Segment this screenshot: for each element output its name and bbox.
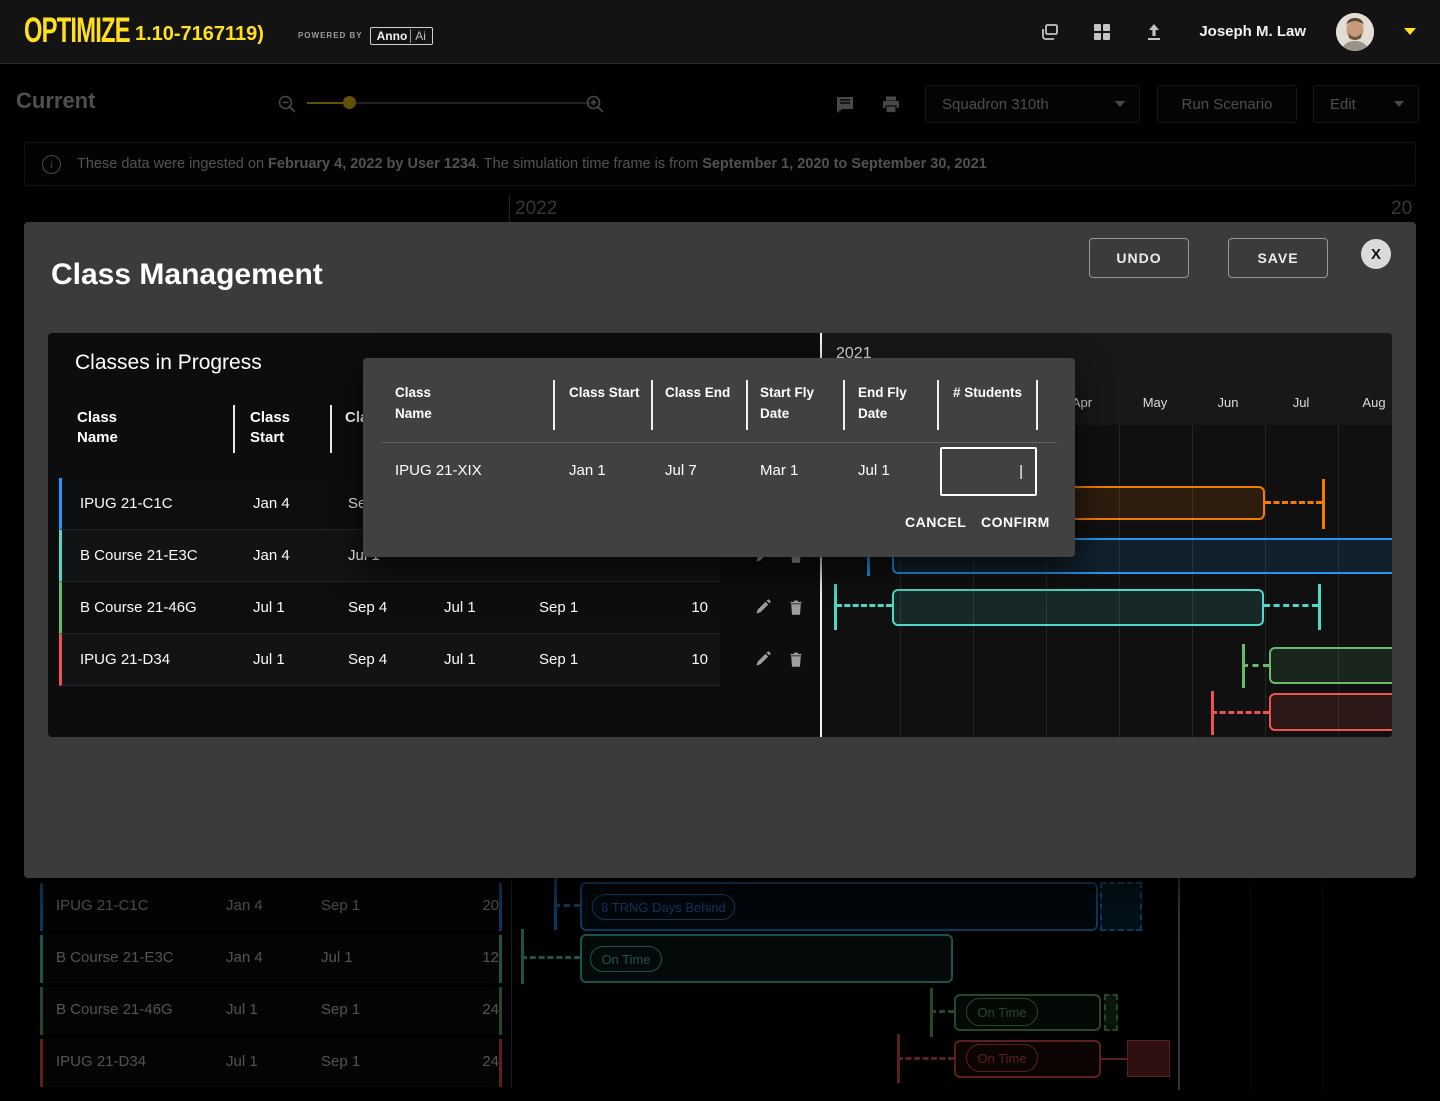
cell-class-end: Sep 4 bbox=[348, 599, 387, 616]
edit-class-popup: Class Name Class Start Class End Start F… bbox=[363, 358, 1075, 557]
column-separator bbox=[843, 380, 845, 430]
delete-row-icon[interactable] bbox=[788, 651, 806, 669]
upload-icon[interactable] bbox=[1143, 21, 1165, 43]
close-modal-button[interactable]: X bbox=[1361, 239, 1391, 269]
top-app-bar: OPTIMIZE 1.10-7167119) POWERED BY Anno A… bbox=[0, 0, 1440, 64]
gantt-gridline bbox=[1119, 425, 1120, 737]
user-name: Joseph M. Law bbox=[1199, 23, 1306, 40]
popup-col-class-start: Class Start bbox=[569, 382, 641, 403]
cell-class-name: B Course 21-46G bbox=[80, 599, 197, 616]
cell-end-fly: Sep 1 bbox=[539, 599, 578, 616]
modal-title: Class Management bbox=[51, 258, 323, 292]
anno-ai-logo: Anno Ai bbox=[370, 27, 433, 45]
column-separator bbox=[553, 380, 555, 430]
gantt-cap bbox=[834, 584, 837, 630]
column-separator bbox=[937, 380, 939, 430]
gantt-dash bbox=[1242, 664, 1269, 667]
column-separator bbox=[330, 405, 332, 453]
gantt-gridline bbox=[1265, 425, 1266, 737]
cell-class-start: Jul 1 bbox=[253, 599, 285, 616]
popup-divider bbox=[381, 442, 1057, 443]
gantt-month-label: Jul bbox=[1279, 395, 1323, 410]
popup-col-end-fly: End Fly Date bbox=[858, 382, 930, 424]
brand-suffix: Ai bbox=[410, 29, 426, 43]
popup-col-start-fly: Start Fly Date bbox=[760, 382, 832, 424]
gantt-bar bbox=[1269, 647, 1392, 684]
popup-class-start-value: Jan 1 bbox=[569, 462, 606, 479]
gantt-dash bbox=[836, 604, 892, 607]
table-row: B Course 21-46G Jul 1 Sep 4 Jul 1 Sep 1 10 bbox=[59, 582, 720, 634]
col-header-class-name: Class Name bbox=[77, 408, 155, 448]
gantt-month-label: Jun bbox=[1206, 395, 1250, 410]
gantt-dash bbox=[1211, 711, 1269, 714]
cell-class-end: Sep 4 bbox=[348, 651, 387, 668]
cell-class-name: B Course 21-E3C bbox=[80, 547, 198, 564]
column-separator bbox=[746, 380, 748, 430]
undo-button[interactable]: UNDO bbox=[1089, 238, 1189, 278]
cell-students: 10 bbox=[602, 651, 708, 668]
layers-icon[interactable] bbox=[1039, 21, 1061, 43]
gantt-dash bbox=[1265, 501, 1322, 504]
col-header-class-start: Class Start bbox=[250, 408, 328, 448]
app-logo: OPTIMIZE bbox=[24, 11, 130, 51]
cell-students: 10 bbox=[602, 599, 708, 616]
cell-end-fly: Sep 1 bbox=[539, 651, 578, 668]
cell-class-name: IPUG 21-D34 bbox=[80, 651, 170, 668]
cancel-button[interactable]: CANCEL bbox=[899, 510, 972, 534]
gantt-gridline bbox=[1192, 425, 1193, 737]
cell-start-fly: Jul 1 bbox=[444, 599, 476, 616]
students-input[interactable]: | bbox=[940, 447, 1037, 496]
cell-class-name: IPUG 21-C1C bbox=[80, 495, 173, 512]
gantt-bar bbox=[892, 589, 1264, 626]
classes-panel-title: Classes in Progress bbox=[75, 351, 262, 375]
column-separator bbox=[651, 380, 653, 430]
powered-by: POWERED BY Anno Ai bbox=[298, 27, 433, 45]
edit-row-icon[interactable] bbox=[754, 651, 772, 669]
popup-col-students: # Students bbox=[953, 382, 1045, 403]
gantt-month-label: May bbox=[1133, 395, 1177, 410]
brand-name: Anno bbox=[377, 29, 408, 43]
gantt-gridline bbox=[1338, 425, 1339, 737]
column-separator bbox=[1036, 380, 1038, 430]
user-menu-caret-icon[interactable] bbox=[1404, 28, 1416, 35]
user-avatar[interactable] bbox=[1336, 13, 1374, 51]
gantt-bar bbox=[1269, 693, 1392, 731]
gantt-cap bbox=[1322, 479, 1325, 529]
cell-start-fly: Jul 1 bbox=[444, 651, 476, 668]
popup-start-fly-value: Mar 1 bbox=[760, 462, 798, 479]
popup-end-fly-value: Jul 1 bbox=[858, 462, 890, 479]
confirm-button[interactable]: CONFIRM bbox=[975, 510, 1056, 534]
app-version: 1.10-7167119) bbox=[135, 23, 264, 46]
save-button[interactable]: SAVE bbox=[1228, 238, 1328, 278]
app-root: OPTIMIZE 1.10-7167119) POWERED BY Anno A… bbox=[0, 0, 1440, 1101]
table-row: IPUG 21-D34 Jul 1 Sep 4 Jul 1 Sep 1 10 bbox=[59, 634, 720, 686]
popup-class-name-value: IPUG 21-XIX bbox=[395, 462, 482, 479]
grid-view-icon[interactable] bbox=[1091, 21, 1113, 43]
popup-class-end-value: Jul 7 bbox=[665, 462, 697, 479]
popup-col-class-end: Class End bbox=[665, 382, 737, 403]
column-separator bbox=[233, 405, 235, 453]
delete-row-icon[interactable] bbox=[788, 599, 806, 617]
cell-class-start: Jan 4 bbox=[253, 547, 290, 564]
gantt-cap bbox=[1318, 584, 1321, 630]
cell-class-start: Jul 1 bbox=[253, 651, 285, 668]
text-cursor: | bbox=[1019, 463, 1023, 480]
gantt-dash bbox=[1264, 604, 1318, 607]
popup-col-class-name: Class Name bbox=[395, 382, 467, 424]
cell-class-start: Jan 4 bbox=[253, 495, 290, 512]
gantt-month-label: Aug bbox=[1352, 395, 1392, 410]
powered-by-label: POWERED BY bbox=[298, 31, 363, 40]
edit-row-icon[interactable] bbox=[754, 599, 772, 617]
